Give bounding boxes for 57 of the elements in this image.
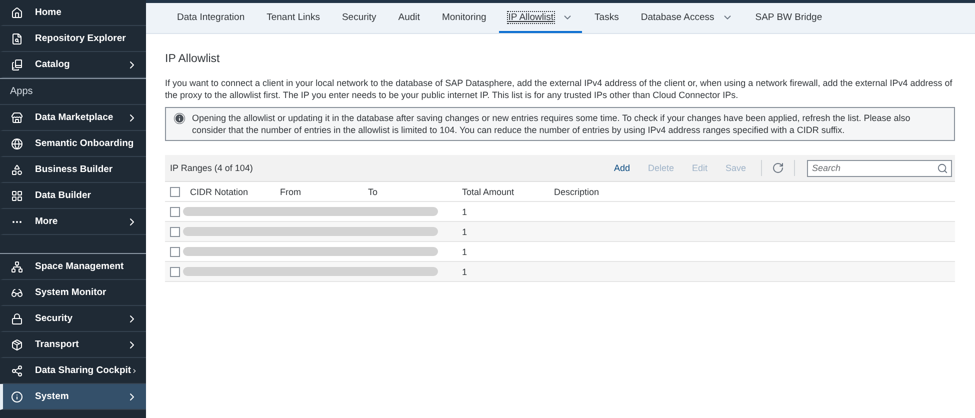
row-checkbox[interactable] — [170, 266, 180, 276]
column-header: CIDR Notation — [190, 186, 250, 196]
info-icon — [174, 113, 185, 124]
table-cell-text: 1 — [462, 266, 468, 276]
select-all-checkbox[interactable] — [170, 186, 180, 196]
tab[interactable]: SAP BW Bridge — [746, 3, 832, 33]
menu-item-icon — [11, 58, 23, 70]
page-title: IP Allowlist — [165, 53, 221, 65]
tab[interactable]: Monitoring — [432, 3, 496, 33]
sidebar-item[interactable]: Security — [0, 306, 146, 332]
menu-item-icon — [11, 138, 23, 150]
table-cell-text: 1 — [462, 246, 468, 256]
sidebar-item[interactable]: System — [0, 384, 146, 410]
sidebar-item[interactable]: System Monitor — [0, 280, 146, 306]
search-field[interactable]: Search — [807, 160, 952, 176]
menu-item-icon — [11, 338, 23, 350]
menu-item-icon — [11, 32, 23, 44]
column-header: Total Amount — [462, 186, 516, 196]
sidebar-item[interactable]: Business Builder — [0, 157, 146, 183]
sidebar-item[interactable]: Catalog — [0, 52, 146, 78]
row-checkbox[interactable] — [170, 246, 180, 256]
row-checkbox[interactable] — [170, 206, 180, 216]
menu-item-icon — [11, 312, 23, 324]
menu-item-icon — [11, 112, 23, 124]
menu-item-icon — [11, 260, 23, 272]
menu-item-icon — [11, 6, 23, 18]
menu-item-icon — [11, 286, 23, 298]
menu-item-icon — [11, 390, 23, 402]
row-checkbox[interactable] — [170, 226, 180, 236]
toolbar-action[interactable]: Add — [604, 163, 639, 173]
sidebar-item[interactable]: More — [0, 209, 146, 235]
tab[interactable]: Tenant Links — [258, 3, 329, 33]
tab[interactable]: Tasks — [586, 3, 628, 33]
tab[interactable]: Database Access — [632, 3, 742, 33]
description-text: If you want to connect a client in your local network to the database of SAP Datasphere, add the external IPv4 address of the client or, when using a network firewall, add the external IPv4 address of the proxy to the allowlist first. The IP you enter needs to be your public internet IP. This list is for any trusted IPs other than Cloud Connector IPs. — [165, 77, 954, 101]
column-header: Description — [554, 186, 600, 196]
table-cell-text: 1 — [462, 206, 468, 216]
tab[interactable]: Security — [332, 3, 386, 33]
sidebar-item[interactable]: Data Builder — [0, 183, 146, 209]
search-icon — [937, 162, 948, 174]
sidebar-item[interactable]: Repository Explorer — [0, 26, 146, 52]
sidebar-section-header: Apps — [0, 79, 146, 105]
menu-item-icon — [11, 364, 23, 376]
table-cell-text: 1 — [462, 226, 468, 236]
tab[interactable]: Audit — [389, 3, 429, 33]
tab[interactable]: Data Integration — [168, 3, 254, 33]
sidebar-item[interactable]: Transport — [0, 332, 146, 358]
sidebar-item[interactable]: Space Management — [0, 254, 146, 280]
column-header: From — [280, 186, 302, 196]
info-text: Opening the allowlist or updating it in the database after saving changes or new entries requires some time. To check if your changes have been applied, refresh the list. Please also consider that the number of entries in the allowlist is limited to 104. You can reduce the number of entries by using IPv4 address ranges specified with a CIDR suffix. — [192, 112, 912, 136]
column-header: To — [368, 186, 379, 196]
tab[interactable]: IP Allowlist — [499, 3, 582, 33]
sidebar-item[interactable]: Data Marketplace — [0, 105, 146, 131]
sidebar-item[interactable]: Semantic Onboarding — [0, 131, 146, 157]
menu-item-icon — [11, 164, 23, 176]
menu-item-icon — [11, 190, 23, 202]
table-title: IP Ranges (4 of 104) — [170, 163, 254, 173]
